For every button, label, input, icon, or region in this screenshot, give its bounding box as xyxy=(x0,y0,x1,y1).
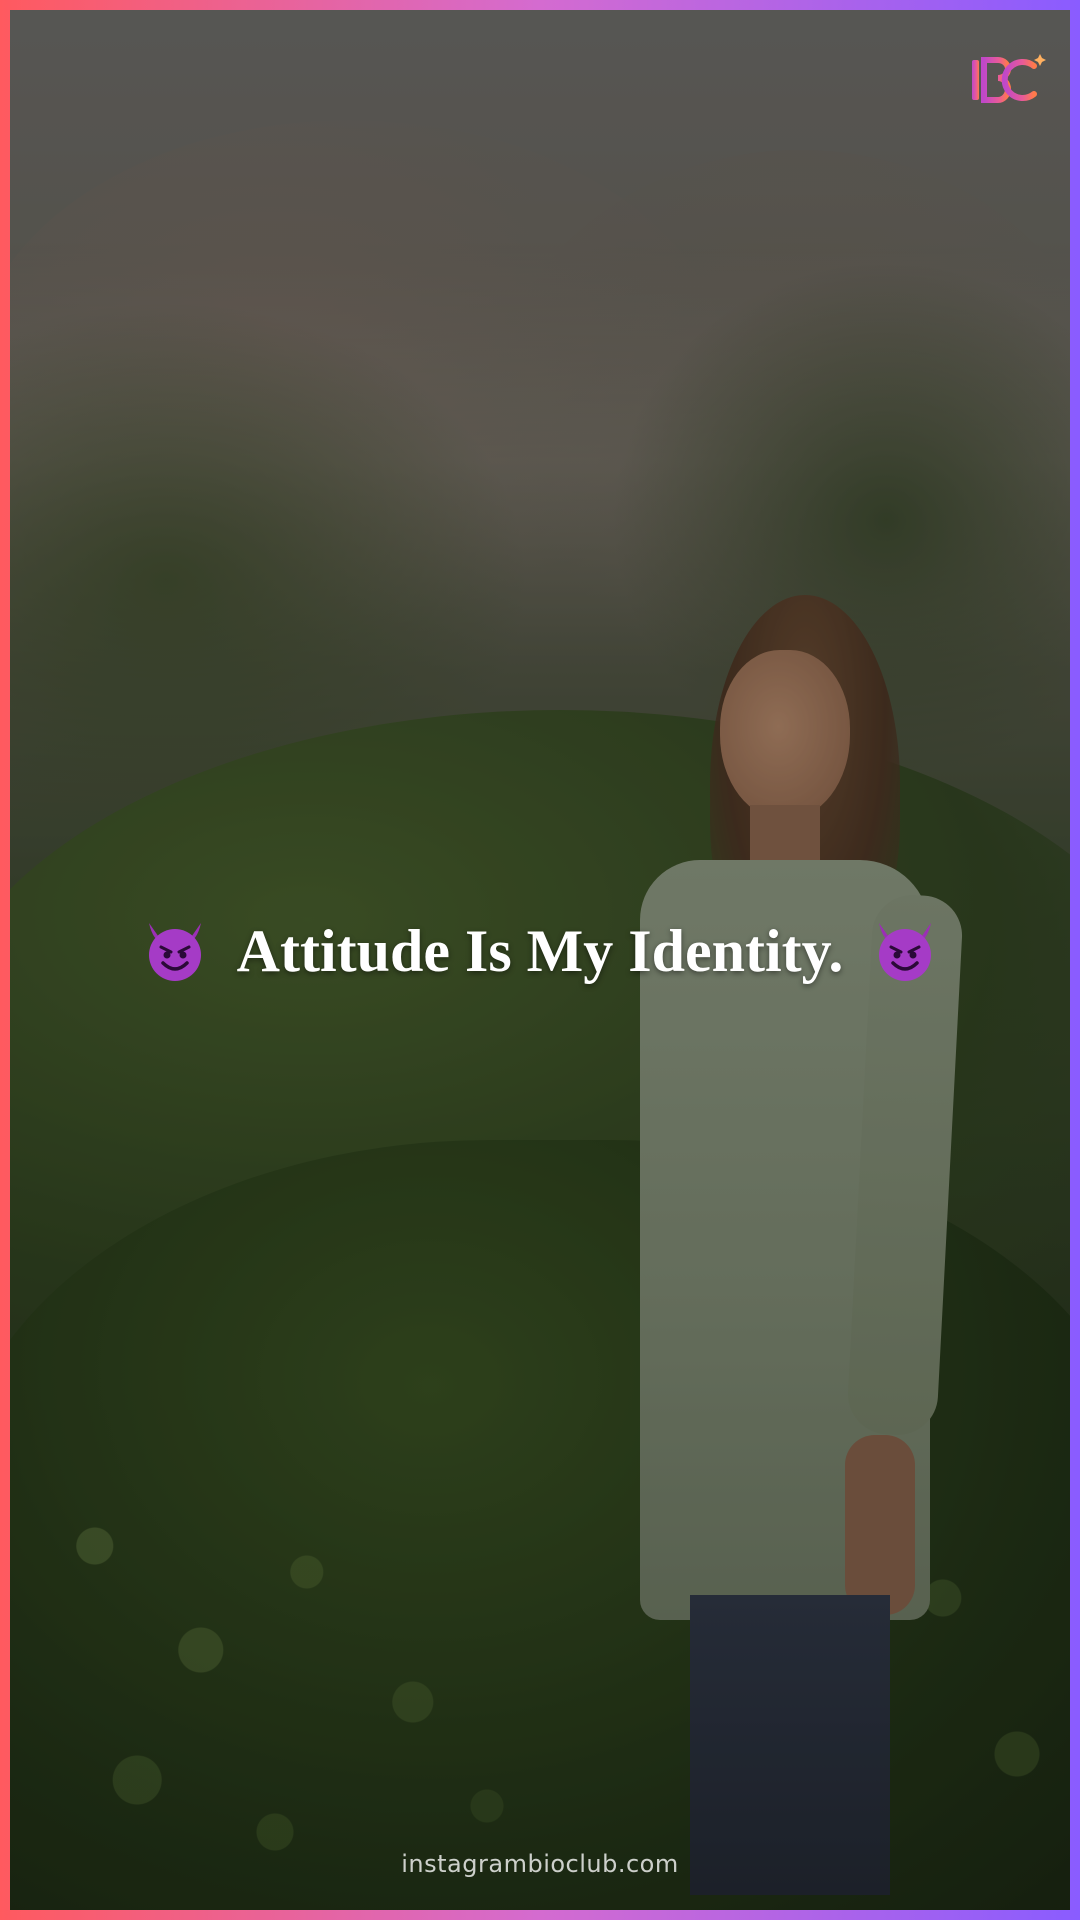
quote-line: Attitude Is My Identity. xyxy=(10,915,1070,987)
quote-text: Attitude Is My Identity. xyxy=(236,917,844,984)
background-photo: Attitude Is My Identity. instagrambioclu… xyxy=(10,10,1070,1910)
ibc-logo xyxy=(968,48,1048,112)
gradient-border-frame: Attitude Is My Identity. instagrambioclu… xyxy=(0,0,1080,1920)
smiling-devil-icon xyxy=(148,923,201,981)
smiling-devil-icon xyxy=(879,923,932,981)
website-watermark: instagrambioclub.com xyxy=(401,1850,679,1878)
ibc-logo-icon xyxy=(972,54,1046,103)
